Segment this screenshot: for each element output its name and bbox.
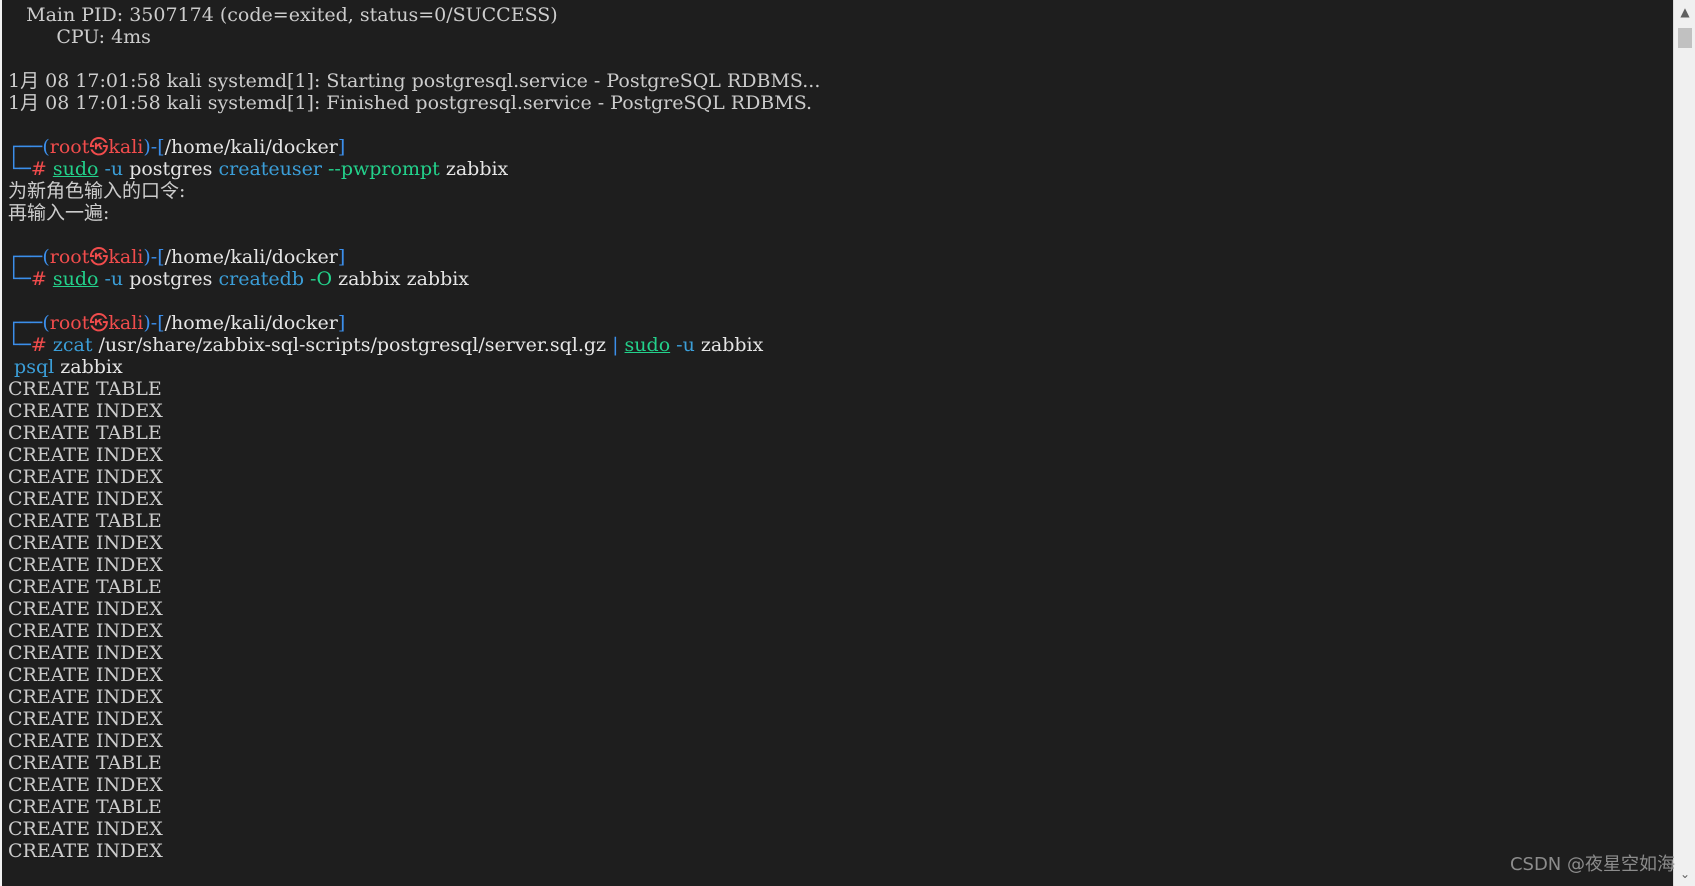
command-sudo: sudo [624, 334, 671, 356]
prompt-frame: └─ [8, 334, 31, 356]
prompt-hash: # [30, 334, 53, 356]
command-line: └─# zcat /usr/share/zabbix-sql-scripts/p… [8, 334, 820, 356]
terminal-window[interactable]: Main PID: 3507174 (code=exited, status=0… [0, 0, 1673, 886]
prompt-frame: └─ [8, 158, 31, 180]
command-line: └─# sudo -u postgres createdb -O zabbix … [8, 268, 820, 290]
prompt-frame: ] [337, 312, 346, 334]
watermark: CSDN @夜星空如海 [1509, 854, 1675, 875]
sql-output: CREATE TABLE CREATE INDEX CREATE TABLE CREA… [8, 378, 820, 862]
scroll-up-icon[interactable]: ▲ [1674, 2, 1695, 22]
command-arg: /usr/share/zabbix-sql-scripts/postgresql… [92, 334, 607, 356]
command-line: └─# sudo -u postgres createuser --pwprom… [8, 158, 820, 180]
command-flag: --pwprompt [321, 158, 440, 180]
command-arg: zabbix zabbix [332, 268, 470, 290]
output-line: CREATE INDEX [8, 774, 163, 796]
output-line: CREATE TABLE [8, 796, 162, 818]
prompt-path: /home/kali/docker [164, 312, 338, 334]
prompt-frame: )-[ [143, 136, 165, 158]
command-sudo: sudo [52, 158, 99, 180]
status-line: 1月 08 17:01:58 kali systemd[1]: Finished… [8, 92, 813, 114]
output-line: CREATE TABLE [8, 422, 162, 444]
skull-icon: ㉿ [89, 246, 109, 268]
password-prompt: 再输入一遍: [8, 202, 110, 224]
prompt-path: /home/kali/docker [164, 136, 338, 158]
prompt-path: /home/kali/docker [164, 246, 338, 268]
command-tool: createdb [212, 268, 304, 290]
prompt-host: kali [108, 312, 144, 334]
output-line: CREATE INDEX [8, 620, 163, 642]
command-flag: -u [98, 268, 124, 290]
command-sudo: sudo [52, 268, 99, 290]
prompt-host: kali [108, 136, 144, 158]
command-flag: -u [670, 334, 695, 356]
command-continuation: psql zabbix [8, 356, 820, 378]
command-tool: createuser [212, 158, 322, 180]
prompt-header: ┌──(root㉿kali)-[/home/kali/docker] [8, 136, 820, 158]
output-line: CREATE INDEX [8, 840, 163, 862]
output-line: CREATE INDEX [8, 400, 163, 422]
pipe-symbol: | [606, 334, 625, 356]
prompt-frame: ] [337, 136, 346, 158]
output-line: CREATE TABLE [8, 378, 162, 400]
prompt-frame: └─ [8, 268, 31, 290]
command-arg: zabbix [439, 158, 509, 180]
prompt-hash: # [30, 268, 53, 290]
command-arg: postgres [123, 158, 213, 180]
prompt-frame: ┌──( [8, 312, 50, 334]
status-line [8, 48, 820, 70]
vertical-scrollbar[interactable]: ▲ ⌄ [1673, 0, 1695, 886]
output-line: CREATE INDEX [8, 554, 163, 576]
status-line: CPU: 4ms [8, 26, 151, 48]
output-line: CREATE INDEX [8, 488, 163, 510]
prompt-host: kali [108, 246, 144, 268]
prompt-frame: ] [337, 246, 346, 268]
command-arg: postgres [123, 268, 213, 290]
scroll-down-icon[interactable]: ⌄ [1674, 864, 1695, 884]
terminal-output: Main PID: 3507174 (code=exited, status=0… [8, 4, 820, 862]
command-tool: zcat [52, 334, 93, 356]
status-line: 1月 08 17:01:58 kali systemd[1]: Starting… [8, 70, 821, 92]
command-tool: psql [8, 356, 55, 378]
status-line: Main PID: 3507174 (code=exited, status=0… [8, 4, 558, 26]
prompt-header: ┌──(root㉿kali)-[/home/kali/docker] [8, 312, 820, 334]
output-line: CREATE TABLE [8, 510, 162, 532]
output-line: CREATE INDEX [8, 532, 163, 554]
prompt-frame: ┌──( [8, 246, 50, 268]
output-line: CREATE TABLE [8, 576, 162, 598]
prompt-user: root [49, 246, 90, 268]
prompt-hash: # [30, 158, 53, 180]
output-line: CREATE INDEX [8, 818, 163, 840]
output-line: CREATE INDEX [8, 642, 163, 664]
output-line: CREATE INDEX [8, 598, 163, 620]
output-line: CREATE INDEX [8, 664, 163, 686]
skull-icon: ㉿ [89, 136, 109, 158]
prompt-user: root [49, 312, 90, 334]
command-flag: -O [303, 268, 333, 290]
output-line: CREATE INDEX [8, 466, 163, 488]
output-line: CREATE INDEX [8, 730, 163, 752]
skull-icon: ㉿ [89, 312, 109, 334]
scrollbar-thumb[interactable] [1678, 28, 1692, 48]
prompt-header: ┌──(root㉿kali)-[/home/kali/docker] [8, 246, 820, 268]
command-arg: zabbix [54, 356, 123, 378]
output-line: CREATE INDEX [8, 444, 163, 466]
output-line: CREATE INDEX [8, 686, 163, 708]
command-flag: -u [98, 158, 124, 180]
command-arg: zabbix [694, 334, 764, 356]
password-prompt: 为新角色输入的口令: [8, 180, 186, 202]
prompt-frame: )-[ [143, 312, 165, 334]
prompt-frame: ┌──( [8, 136, 50, 158]
prompt-user: root [49, 136, 90, 158]
output-line: CREATE INDEX [8, 708, 163, 730]
output-line: CREATE TABLE [8, 752, 162, 774]
prompt-frame: )-[ [143, 246, 165, 268]
